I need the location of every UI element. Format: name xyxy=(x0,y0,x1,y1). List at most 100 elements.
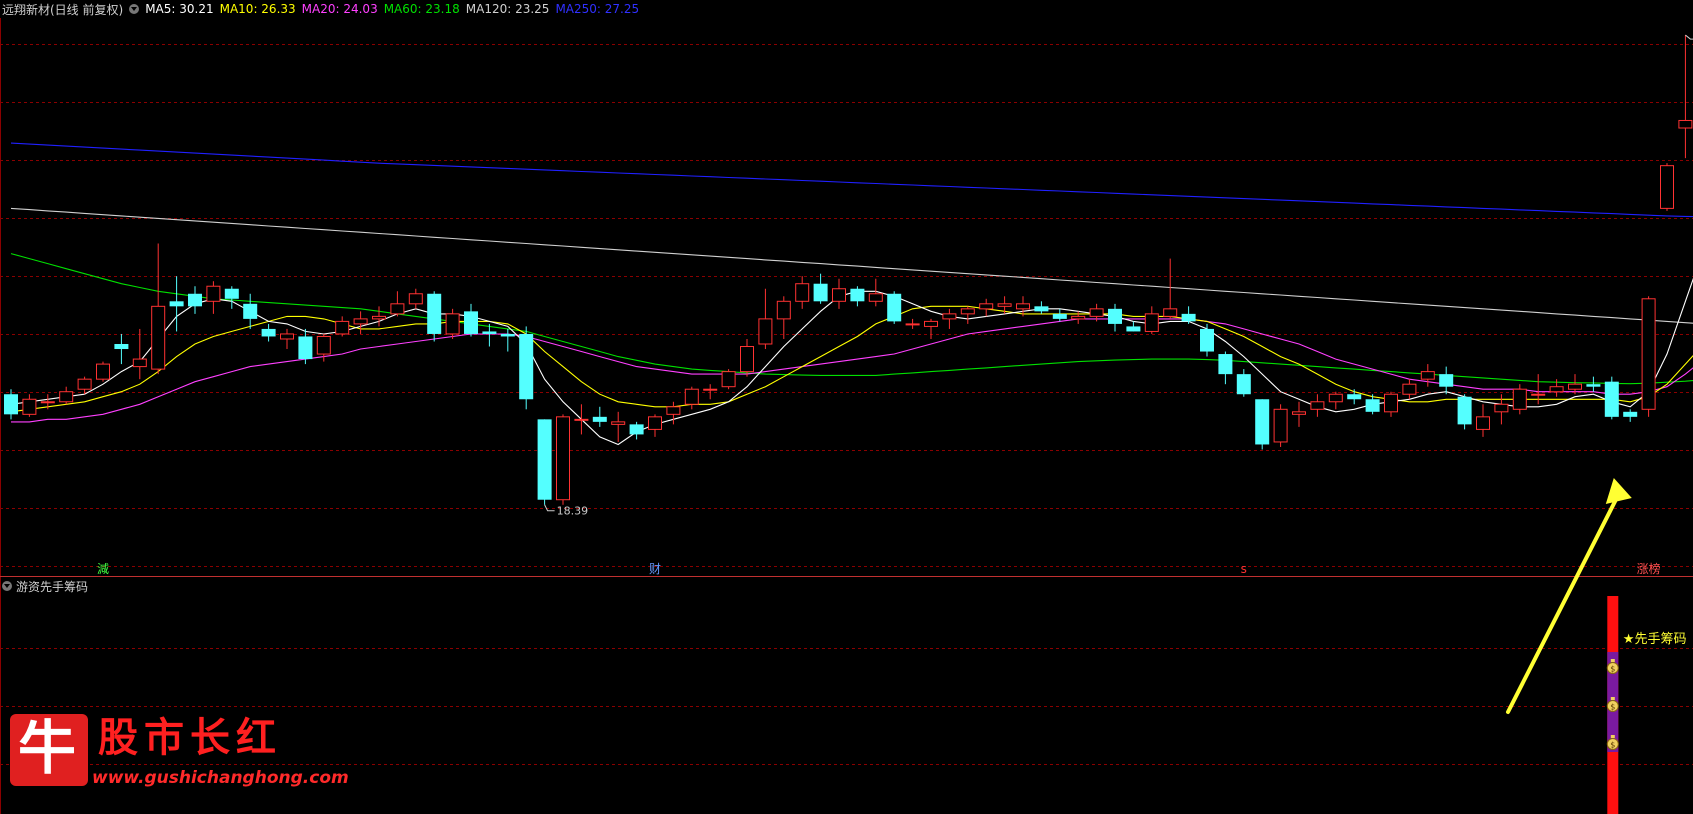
candle-body xyxy=(1347,394,1362,400)
candle-body xyxy=(114,344,129,350)
candle-body xyxy=(832,288,846,302)
candle-body xyxy=(464,311,478,334)
candle xyxy=(1034,301,1049,314)
candle-body xyxy=(1108,308,1122,324)
candle-body xyxy=(1568,383,1582,390)
candle-body xyxy=(1328,393,1343,403)
candle-body xyxy=(169,301,184,307)
candle xyxy=(390,291,405,317)
candle xyxy=(1163,258,1178,319)
candle-body xyxy=(813,283,828,302)
price-markers: 36.18.39 xyxy=(544,34,1693,518)
candle xyxy=(4,389,18,420)
candle-body xyxy=(151,305,166,370)
candle-body xyxy=(372,315,386,320)
candle xyxy=(1457,394,1472,430)
candle-body xyxy=(519,333,534,400)
candle-body xyxy=(1236,374,1251,395)
candle-body xyxy=(795,283,810,302)
candle xyxy=(574,404,589,435)
candle-body xyxy=(132,358,147,368)
candle xyxy=(960,306,975,324)
collapse-icon[interactable] xyxy=(129,4,140,14)
candle-body xyxy=(1439,374,1454,387)
candle xyxy=(243,293,258,329)
candle xyxy=(776,296,791,339)
candle-body xyxy=(537,419,552,500)
candle-body xyxy=(1310,401,1325,410)
candle xyxy=(1660,163,1674,211)
candle xyxy=(1641,296,1656,417)
candle xyxy=(1623,409,1638,422)
event-label: 财 xyxy=(649,562,661,576)
collapse-icon[interactable] xyxy=(2,581,12,591)
candle-body xyxy=(1255,399,1270,445)
candle-body xyxy=(188,293,202,307)
candle-body xyxy=(445,313,460,335)
candle-body xyxy=(960,308,975,315)
candle-body xyxy=(979,303,994,310)
candle xyxy=(1402,379,1417,400)
candle xyxy=(224,286,239,309)
candle xyxy=(1678,35,1693,159)
candle xyxy=(59,386,74,405)
candle xyxy=(1181,306,1196,324)
money-bag-sign: $ xyxy=(1610,741,1615,750)
event-labels: 減 财 s 涨榜 xyxy=(97,561,1661,576)
candle xyxy=(1108,303,1122,332)
watermark-logo: 牛 股市长红 www.gushichanghong.com xyxy=(4,706,349,794)
logo-url: www.gushichanghong.com xyxy=(92,768,349,788)
candle xyxy=(813,273,828,304)
candle-body xyxy=(40,401,55,404)
candle xyxy=(114,333,129,365)
stock-title[interactable]: 远翔新材(日线 前复权) xyxy=(2,1,123,18)
candle-body xyxy=(1181,313,1196,322)
candle-body xyxy=(353,318,368,325)
candle-body xyxy=(905,323,920,326)
logo-title: 股市长红 xyxy=(98,714,282,761)
candle xyxy=(924,318,938,339)
candle xyxy=(500,328,515,352)
candle xyxy=(905,318,920,329)
candle-body xyxy=(280,333,294,340)
kline-chart[interactable]: 36.18.39 減 财 s 涨榜 ★先手筹码 $ $ $ xyxy=(0,0,1693,814)
logo-bull-char: 牛 xyxy=(18,714,77,782)
candle-body xyxy=(1034,306,1049,312)
candle xyxy=(280,328,294,350)
candle-body xyxy=(997,303,1012,307)
candle xyxy=(1255,399,1270,450)
candlesticks xyxy=(4,35,1693,505)
candle-body xyxy=(868,293,883,302)
candle-body xyxy=(1273,408,1288,443)
candle-body xyxy=(390,303,405,315)
candle-body xyxy=(1200,328,1214,352)
candle-body xyxy=(261,328,276,337)
candle xyxy=(188,286,202,314)
candle-body xyxy=(1531,393,1546,396)
candle-body xyxy=(1292,411,1306,415)
candle-body xyxy=(703,388,718,391)
candle xyxy=(132,328,147,380)
candle-body xyxy=(500,333,515,337)
low-marker-leader xyxy=(544,504,555,512)
candle xyxy=(464,303,478,337)
indicator-panel-plot: ★先手筹码 $ $ $ xyxy=(1606,596,1686,814)
candle-body xyxy=(887,293,902,322)
money-bag-sign: $ xyxy=(1610,665,1615,674)
candle-body xyxy=(298,336,313,360)
candle-body xyxy=(335,320,350,335)
candle xyxy=(721,369,736,390)
candle xyxy=(96,361,110,382)
candle xyxy=(942,308,957,329)
candle-body xyxy=(224,288,239,299)
candle xyxy=(1126,321,1141,332)
indicator-title[interactable]: 游资先手筹码 xyxy=(16,578,88,595)
event-label: 減 xyxy=(97,561,109,576)
candle xyxy=(261,323,276,342)
candle-body xyxy=(1144,313,1159,332)
candle xyxy=(335,316,350,337)
ma120-label: MA120: 23.25 xyxy=(465,2,550,16)
candle xyxy=(372,306,386,327)
ma5-line xyxy=(10,277,1693,446)
candle xyxy=(427,291,442,342)
